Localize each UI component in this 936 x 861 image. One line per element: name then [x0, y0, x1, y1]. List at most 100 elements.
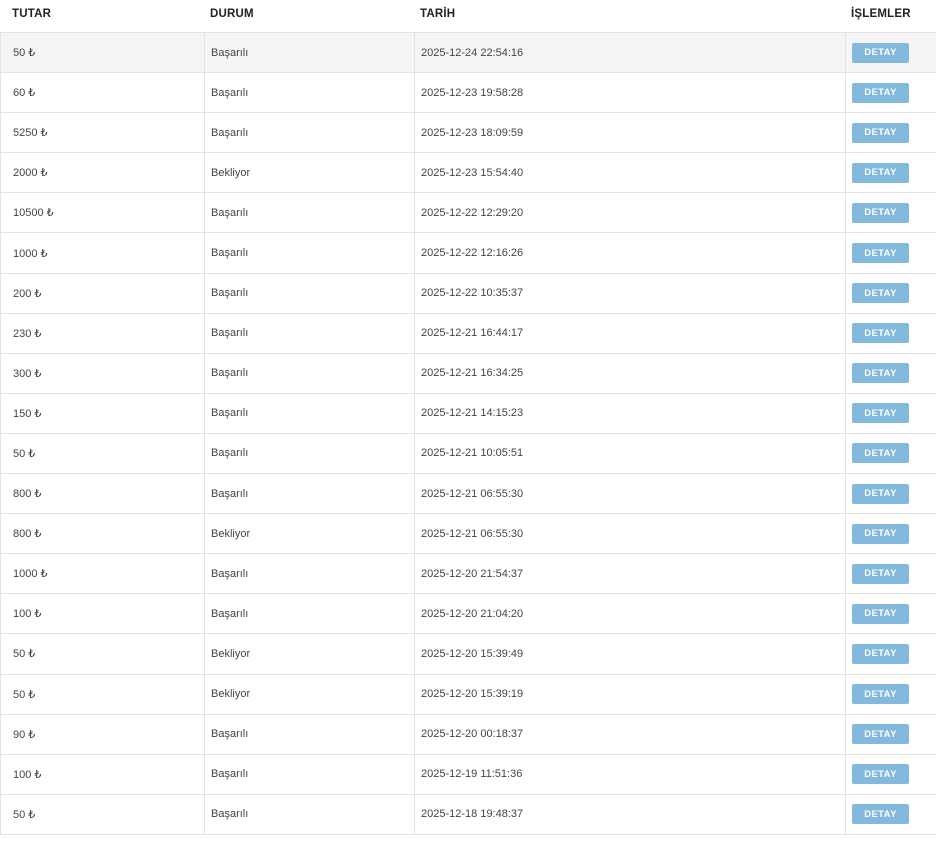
detail-button[interactable]: DETAY — [852, 122, 909, 143]
date-cell: 2025-12-21 16:34:25 — [414, 353, 845, 393]
table-row: 100 ₺ Başarılı 2025-12-19 11:51:36 DETAY — [0, 754, 936, 795]
actions-cell: DETAY — [845, 474, 936, 514]
actions-cell: DETAY — [845, 554, 936, 594]
table-row: 50 ₺ Başarılı 2025-12-18 19:48:37 DETAY — [0, 794, 936, 835]
actions-cell: DETAY — [845, 153, 936, 193]
actions-cell: DETAY — [845, 794, 936, 834]
amount-cell: 100 ₺ — [0, 754, 204, 794]
detail-button[interactable]: DETAY — [852, 202, 909, 223]
detail-button[interactable]: DETAY — [852, 603, 909, 624]
actions-cell: DETAY — [845, 353, 936, 393]
actions-cell: DETAY — [845, 714, 936, 754]
date-cell: 2025-12-21 10:05:51 — [414, 433, 845, 474]
date-cell: 2025-12-22 12:16:26 — [414, 233, 845, 273]
table-row: 50 ₺ Başarılı 2025-12-24 22:54:16 DETAY — [0, 33, 936, 74]
actions-cell: DETAY — [845, 594, 936, 634]
detail-button[interactable]: DETAY — [852, 643, 909, 664]
amount-cell: 50 ₺ — [0, 433, 204, 474]
status-cell: Başarılı — [204, 353, 414, 393]
date-cell: 2025-12-22 12:29:20 — [414, 193, 845, 233]
table-row: 5250 ₺ Başarılı 2025-12-23 18:09:59 DETAY — [0, 113, 936, 154]
date-cell: 2025-12-19 11:51:36 — [414, 754, 845, 794]
status-cell: Başarılı — [204, 393, 414, 433]
amount-cell: 800 ₺ — [0, 474, 204, 514]
date-cell: 2025-12-20 15:39:19 — [414, 674, 845, 714]
amount-cell: 60 ₺ — [0, 73, 204, 113]
amount-cell: 50 ₺ — [0, 634, 204, 674]
table-row: 100 ₺ Başarılı 2025-12-20 21:04:20 DETAY — [0, 594, 936, 635]
detail-button[interactable]: DETAY — [852, 804, 909, 825]
status-cell: Başarılı — [204, 474, 414, 514]
table-row: 150 ₺ Başarılı 2025-12-21 14:15:23 DETAY — [0, 393, 936, 434]
table-row: 2000 ₺ Bekliyor 2025-12-23 15:54:40 DETAY — [0, 153, 936, 194]
detail-button[interactable]: DETAY — [852, 363, 909, 384]
table-row: 1000 ₺ Başarılı 2025-12-20 21:54:37 DETAY — [0, 554, 936, 595]
status-cell: Bekliyor — [204, 514, 414, 554]
table-row: 10500 ₺ Başarılı 2025-12-22 12:29:20 DETAY — [0, 193, 936, 234]
actions-cell: DETAY — [845, 433, 936, 474]
status-cell: Bekliyor — [204, 153, 414, 193]
detail-button[interactable]: DETAY — [852, 684, 909, 705]
detail-button[interactable]: DETAY — [852, 82, 909, 103]
status-cell: Başarılı — [204, 554, 414, 594]
detail-button[interactable]: DETAY — [852, 42, 909, 63]
table-row: 60 ₺ Başarılı 2025-12-23 19:58:28 DETAY — [0, 73, 936, 114]
table-row: 50 ₺ Bekliyor 2025-12-20 15:39:49 DETAY — [0, 634, 936, 675]
amount-cell: 100 ₺ — [0, 594, 204, 634]
detail-button[interactable]: DETAY — [852, 443, 909, 464]
detail-button[interactable]: DETAY — [852, 283, 909, 304]
header-actions: İŞLEMLER — [851, 8, 911, 20]
table-row: 200 ₺ Başarılı 2025-12-22 10:35:37 DETAY — [0, 273, 936, 314]
detail-button[interactable]: DETAY — [852, 162, 909, 183]
date-cell: 2025-12-18 19:48:37 — [414, 794, 845, 834]
table-header: TUTAR DURUM TARİH İŞLEMLER — [0, 0, 936, 33]
actions-cell: DETAY — [845, 113, 936, 153]
status-cell: Başarılı — [204, 73, 414, 113]
table-row: 230 ₺ Başarılı 2025-12-21 16:44:17 DETAY — [0, 313, 936, 354]
status-cell: Başarılı — [204, 433, 414, 474]
actions-cell: DETAY — [845, 73, 936, 113]
detail-button[interactable]: DETAY — [852, 764, 909, 785]
table-row: 300 ₺ Başarılı 2025-12-21 16:34:25 DETAY — [0, 353, 936, 394]
amount-cell: 50 ₺ — [0, 33, 204, 73]
date-cell: 2025-12-24 22:54:16 — [414, 33, 845, 73]
actions-cell: DETAY — [845, 313, 936, 353]
actions-cell: DETAY — [845, 514, 936, 554]
detail-button[interactable]: DETAY — [852, 523, 909, 544]
detail-button[interactable]: DETAY — [852, 403, 909, 424]
date-cell: 2025-12-21 06:55:30 — [414, 474, 845, 514]
header-amount[interactable]: TUTAR — [0, 8, 204, 24]
actions-cell: DETAY — [845, 634, 936, 674]
detail-button[interactable]: DETAY — [852, 323, 909, 344]
status-cell: Bekliyor — [204, 634, 414, 674]
actions-cell: DETAY — [845, 33, 936, 73]
date-cell: 2025-12-22 10:35:37 — [414, 273, 845, 313]
status-cell: Başarılı — [204, 33, 414, 73]
amount-cell: 50 ₺ — [0, 674, 204, 714]
date-cell: 2025-12-21 14:15:23 — [414, 393, 845, 433]
amount-cell: 200 ₺ — [0, 273, 204, 313]
status-cell: Başarılı — [204, 193, 414, 233]
date-cell: 2025-12-20 21:54:37 — [414, 554, 845, 594]
header-date[interactable]: TARİH — [414, 8, 845, 24]
detail-button[interactable]: DETAY — [852, 483, 909, 504]
header-status[interactable]: DURUM — [204, 8, 414, 24]
date-cell: 2025-12-23 15:54:40 — [414, 153, 845, 193]
amount-cell: 90 ₺ — [0, 714, 204, 754]
table-row: 800 ₺ Başarılı 2025-12-21 06:55:30 DETAY — [0, 474, 936, 515]
detail-button[interactable]: DETAY — [852, 563, 909, 584]
date-cell: 2025-12-20 21:04:20 — [414, 594, 845, 634]
detail-button[interactable]: DETAY — [852, 243, 909, 264]
amount-cell: 150 ₺ — [0, 393, 204, 433]
amount-cell: 5250 ₺ — [0, 113, 204, 153]
detail-button[interactable]: DETAY — [852, 724, 909, 745]
amount-cell: 1000 ₺ — [0, 554, 204, 594]
status-cell: Bekliyor — [204, 674, 414, 714]
date-cell: 2025-12-21 16:44:17 — [414, 313, 845, 353]
table-row: 50 ₺ Bekliyor 2025-12-20 15:39:19 DETAY — [0, 674, 936, 715]
date-cell: 2025-12-23 18:09:59 — [414, 113, 845, 153]
status-cell: Başarılı — [204, 233, 414, 273]
date-cell: 2025-12-23 19:58:28 — [414, 73, 845, 113]
amount-cell: 50 ₺ — [0, 794, 204, 834]
amount-cell: 2000 ₺ — [0, 153, 204, 193]
